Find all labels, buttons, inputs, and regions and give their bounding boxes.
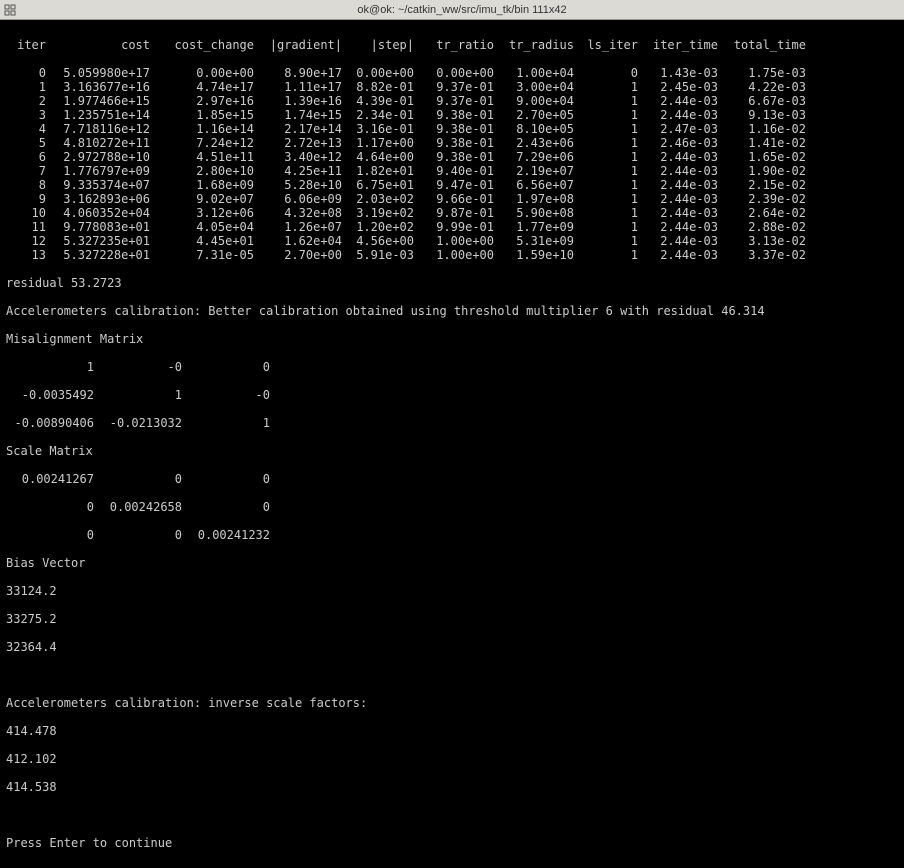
window-title: ok@ok: ~/catkin_ww/src/imu_tk/bin 111x42 <box>20 4 904 16</box>
terminal-output[interactable]: itercostcost_change|gradient||step|tr_ra… <box>0 20 904 868</box>
matrix-row: 1-00 <box>6 360 898 374</box>
table-row: 31.235751e+141.85e+151.74e+152.34e-019.3… <box>6 108 898 122</box>
table-row: 47.718116e+121.16e+142.17e+143.16e-019.3… <box>6 122 898 136</box>
inverse-scale-title: Accelerometers calibration: inverse scal… <box>6 696 898 710</box>
table-header: itercostcost_change|gradient||step|tr_ra… <box>6 38 898 52</box>
table-row: 135.327228e+017.31e-052.70e+005.91e-031.… <box>6 248 898 262</box>
inverse-scale-value: 414.478 <box>6 724 898 738</box>
table-row: 13.163677e+164.74e+171.11e+178.82e-019.3… <box>6 80 898 94</box>
table-row: 125.327235e+014.45e+011.62e+044.56e+001.… <box>6 234 898 248</box>
matrix-row: 000.00241232 <box>6 528 898 542</box>
table-row: 62.972788e+104.51e+113.40e+124.64e+009.3… <box>6 150 898 164</box>
calibration-result-line: Accelerometers calibration: Better calib… <box>6 304 898 318</box>
bias-value: 33275.2 <box>6 612 898 626</box>
inverse-scale-value: 414.538 <box>6 780 898 794</box>
table-row: 54.810272e+117.24e+122.72e+131.17e+009.3… <box>6 136 898 150</box>
matrix-row: 0.0024126700 <box>6 472 898 486</box>
inverse-scale-value: 412.102 <box>6 752 898 766</box>
table-row: 71.776797e+092.80e+104.25e+111.82e+019.4… <box>6 164 898 178</box>
residual-line: residual 53.2723 <box>6 276 898 290</box>
bias-title: Bias Vector <box>6 556 898 570</box>
window-titlebar: ok@ok: ~/catkin_ww/src/imu_tk/bin 111x42 <box>0 0 904 20</box>
table-row: 05.059980e+170.00e+008.90e+170.00e+000.0… <box>6 66 898 80</box>
table-row: 21.977466e+152.97e+161.39e+164.39e-019.3… <box>6 94 898 108</box>
bias-value: 33124.2 <box>6 584 898 598</box>
misalignment-title: Misalignment Matrix <box>6 332 898 346</box>
blank-line <box>6 668 898 682</box>
matrix-row: -0.00354921-0 <box>6 388 898 402</box>
scale-title: Scale Matrix <box>6 444 898 458</box>
table-row: 89.335374e+071.68e+095.28e+106.75e+019.4… <box>6 178 898 192</box>
table-row: 104.060352e+043.12e+064.32e+083.19e+029.… <box>6 206 898 220</box>
table-row: 119.778083e+014.05e+041.26e+071.20e+029.… <box>6 220 898 234</box>
blank-line <box>6 808 898 822</box>
table-row: 93.162893e+069.02e+076.06e+092.03e+029.6… <box>6 192 898 206</box>
matrix-row: -0.00890406-0.02130321 <box>6 416 898 430</box>
continue-prompt: Press Enter to continue <box>6 836 898 850</box>
matrix-row: 00.002426580 <box>6 500 898 514</box>
window-menu-icon[interactable] <box>0 4 20 16</box>
bias-value: 32364.4 <box>6 640 898 654</box>
